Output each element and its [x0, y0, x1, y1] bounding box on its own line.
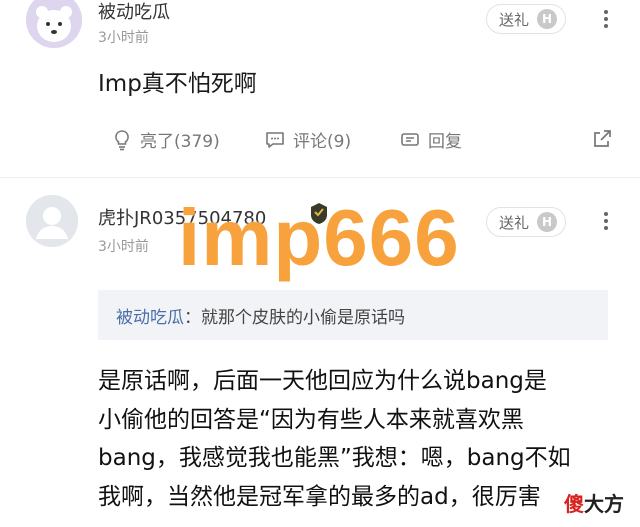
like-label: 亮了(379) [140, 132, 220, 152]
corner-watermark: 傻大方 [562, 488, 626, 517]
lightbulb-icon [115, 129, 129, 150]
h-badge-icon: H [537, 9, 558, 29]
comment-bubble-icon [266, 131, 284, 148]
comment-text: Imp真不怕死啊 [98, 71, 257, 97]
more-options-icon[interactable] [603, 212, 609, 230]
reply-label: 回复 [428, 132, 462, 152]
timestamp: 3小时前 [98, 30, 149, 46]
reply-line: 我啊，当然他是冠军拿的最多的ad，很厉害 [98, 483, 541, 510]
username[interactable]: 被动吃瓜 [98, 0, 170, 24]
reply-line: 是原话啊，后面一天他回应为什么说bang是 [98, 368, 547, 394]
center-watermark: imp666 [178, 193, 460, 282]
reply-line: bang，我感觉我也能黑”我想：嗯，bang不如 [98, 445, 571, 471]
reply-button[interactable]: 回复 [398, 127, 462, 152]
user-avatar[interactable] [26, 195, 78, 247]
more-options-icon[interactable] [603, 10, 609, 28]
comment-button[interactable]: 评论(9) [263, 127, 351, 152]
timestamp: 3小时前 [98, 239, 149, 255]
reply-line: 小偷他的回答是“因为有些人本来就喜欢黑 [98, 406, 524, 433]
send-gift-label: 送礼 [499, 213, 530, 232]
comment-label: 评论(9) [293, 132, 352, 152]
default-avatar-icon [26, 195, 78, 247]
share-button[interactable] [590, 127, 614, 151]
reply-text: 是原话啊，后面一天他回应为什么说bang是 小偷他的回答是“因为有些人本来就喜欢… [98, 362, 628, 516]
polar-bear-avatar-icon [26, 0, 82, 48]
quoted-text: 就那个皮肤的小偷是原话吗 [201, 307, 405, 328]
send-gift-button[interactable]: 送礼 H [486, 4, 567, 34]
like-button[interactable]: 亮了(379) [110, 127, 220, 152]
h-badge-icon: H [537, 212, 558, 232]
corner-watermark-black: 大方 [584, 492, 624, 516]
send-gift-label: 送礼 [499, 10, 530, 29]
send-gift-button[interactable]: 送礼 H [486, 207, 567, 237]
reply-bubble-icon [401, 132, 419, 146]
corner-watermark-red: 傻 [564, 492, 584, 516]
quoted-comment[interactable]: 被动吃瓜 ： 就那个皮肤的小偷是原话吗 [98, 290, 608, 340]
quote-separator: ： [184, 307, 201, 328]
share-icon [594, 130, 611, 147]
quoted-username[interactable]: 被动吃瓜 [116, 303, 184, 328]
user-avatar[interactable] [26, 0, 82, 48]
divider [0, 177, 640, 178]
